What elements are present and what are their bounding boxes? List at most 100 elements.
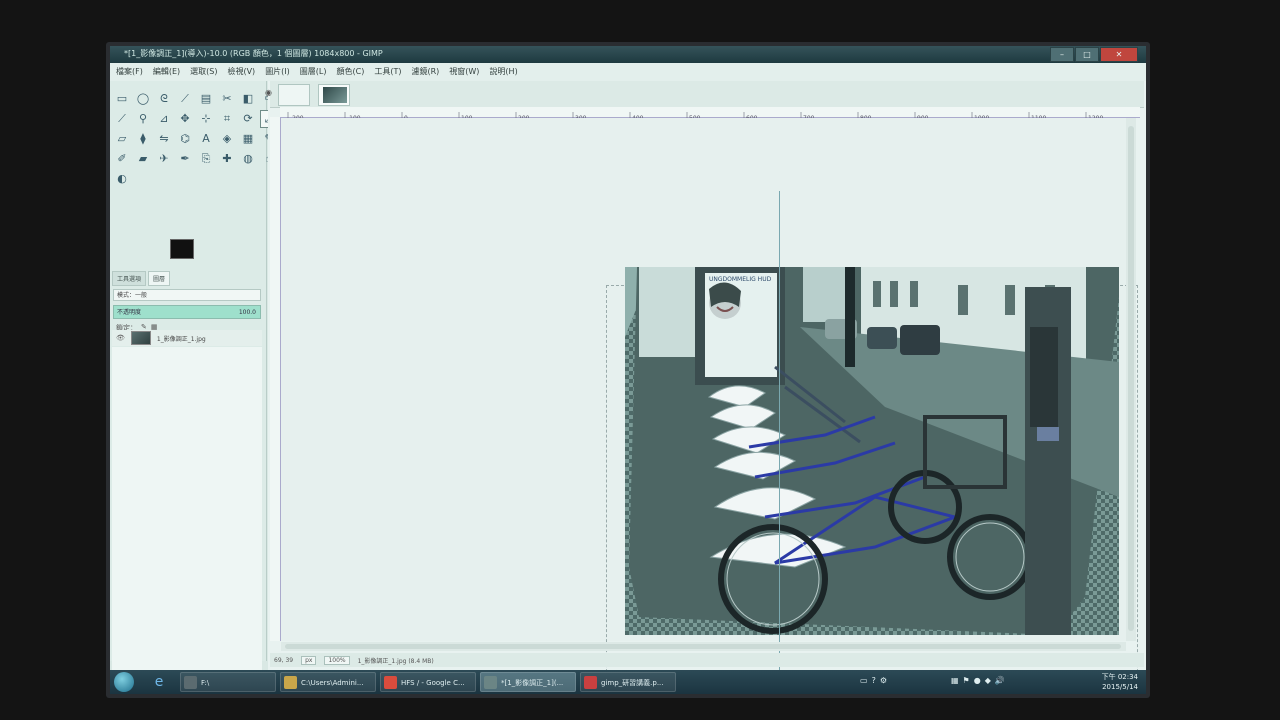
menu-windows[interactable]: 視窗(W) <box>449 63 479 81</box>
tray-help-icon[interactable]: ? <box>872 676 876 685</box>
horizontal-ruler[interactable]: -200-10001002003004005006007008009001000… <box>280 107 1140 122</box>
clock-date: 2015/5/14 <box>1102 683 1138 691</box>
vertical-guide[interactable] <box>779 191 780 694</box>
tray-app2-icon[interactable]: ◆ <box>985 676 991 685</box>
menu-colors[interactable]: 顏色(C) <box>337 63 365 81</box>
flip-icon[interactable]: ⇋ <box>156 131 172 147</box>
ie-icon[interactable]: e <box>150 673 168 691</box>
opacity-label: 不透明度 <box>117 309 142 316</box>
maximize-button[interactable]: □ <box>1075 47 1099 62</box>
unit-select[interactable]: px <box>301 655 317 665</box>
menu-edit[interactable]: 編輯(E) <box>153 63 180 81</box>
shear-icon[interactable]: ▱ <box>114 131 130 147</box>
eye-icon[interactable]: 👁 <box>116 334 125 342</box>
task-label: HFS / - Google C... <box>401 679 465 687</box>
canvas-area[interactable]: UNGDOMMELIG HUD <box>281 118 1138 694</box>
measure-icon[interactable]: ⊿ <box>156 111 172 127</box>
foreground-color-swatch[interactable] <box>170 239 194 259</box>
close-button[interactable]: ✕ <box>1100 47 1138 62</box>
menu-image[interactable]: 圖片(I) <box>265 63 290 81</box>
airbrush-icon[interactable]: ✈ <box>156 151 172 167</box>
horizontal-scroll-thumb[interactable] <box>285 644 1121 649</box>
blur-icon[interactable]: ◍ <box>240 151 256 167</box>
pin-icon: ◉ <box>265 88 272 97</box>
cage-icon[interactable]: ⌬ <box>177 131 193 147</box>
dodge-icon[interactable]: ◐ <box>114 171 130 187</box>
opacity-value: 100.0 <box>238 309 256 316</box>
fuzzy-select-icon[interactable]: ⟋ <box>177 91 193 107</box>
color-select-icon[interactable]: ▤ <box>198 91 214 107</box>
heal-icon[interactable]: ✚ <box>219 151 235 167</box>
tray-settings-icon[interactable]: ⚙ <box>880 676 887 685</box>
task-label: C:\Users\Admini... <box>301 679 364 687</box>
start-button[interactable] <box>114 672 134 692</box>
opacity-slider[interactable]: 不透明度 100.0 <box>113 305 261 319</box>
tray-app-icon[interactable]: ● <box>974 676 981 685</box>
image-tab-2[interactable] <box>318 84 350 106</box>
menu-bar: 檔案(F) 編輯(E) 選取(S) 檢視(V) 圖片(I) 圖層(L) 顏色(C… <box>110 63 1146 81</box>
menu-file[interactable]: 檔案(F) <box>116 63 143 81</box>
zoom-select[interactable]: 100% <box>324 655 350 665</box>
crop-icon[interactable]: ⌗ <box>219 111 235 127</box>
move-icon[interactable]: ✥ <box>177 111 193 127</box>
system-tray: ▭ ? ⚙ ▦ ⚑ ● ◆ 🔊 <box>860 676 1005 685</box>
image-layer[interactable]: UNGDOMMELIG HUD <box>625 267 1119 635</box>
menu-filters[interactable]: 濾鏡(R) <box>411 63 439 81</box>
window-title: *[1_影像調正_1](導入)-10.0 (RGB 顏色，1 個圖層) 1084… <box>124 49 383 58</box>
rotate-icon[interactable]: ⟳ <box>240 111 256 127</box>
foreground-select-icon[interactable]: ◧ <box>240 91 256 107</box>
tray-keyboard-icon[interactable]: ▭ <box>860 676 868 685</box>
pointer-coordinates: 69, 39 <box>274 656 294 664</box>
taskbar-task-0[interactable]: F:\ <box>180 672 276 692</box>
ellipse-select-icon[interactable]: ◯ <box>135 91 151 107</box>
clone-icon[interactable]: ⎘ <box>198 151 214 167</box>
tray-volume-icon[interactable]: 🔊 <box>995 676 1005 685</box>
layer-mode-select[interactable]: 模式：一般 <box>113 289 261 301</box>
menu-select[interactable]: 選取(S) <box>190 63 217 81</box>
vertical-ruler[interactable] <box>270 117 281 641</box>
lasso-icon[interactable]: ᘓ <box>156 91 172 107</box>
clock[interactable]: 下午 02:34 2015/5/14 <box>1102 672 1138 692</box>
taskbar-task-2[interactable]: HFS / - Google C... <box>380 672 476 692</box>
menu-layer[interactable]: 圖層(L) <box>300 63 327 81</box>
scissors-icon[interactable]: ✂ <box>219 91 235 107</box>
paintbrush-icon[interactable]: ✐ <box>114 151 130 167</box>
color-picker-icon[interactable]: ⟋ <box>114 111 130 127</box>
horizontal-scrollbar[interactable] <box>281 642 1126 651</box>
menu-help[interactable]: 說明(H) <box>489 63 517 81</box>
text-icon[interactable]: A <box>198 131 214 147</box>
image-tab-1[interactable]: ◉ <box>265 84 310 106</box>
taskbar: e F:\ C:\Users\Admini... HFS / - Google C.… <box>110 670 1146 694</box>
taskbar-task-1[interactable]: C:\Users\Admini... <box>280 672 376 692</box>
svg-text:UNGDOMMELIG HUD: UNGDOMMELIG HUD <box>709 276 772 283</box>
minimize-button[interactable]: – <box>1050 47 1074 62</box>
vertical-scroll-thumb[interactable] <box>1128 126 1134 631</box>
layer-item[interactable]: 👁 1_影像調正_1.jpg <box>112 330 262 346</box>
vertical-scrollbar[interactable] <box>1126 118 1136 641</box>
task-label: gimp_研習講義.p... <box>601 679 664 687</box>
taskbar-task-4[interactable]: gimp_研習講義.p... <box>580 672 676 692</box>
blend-icon[interactable]: ▦ <box>240 131 256 147</box>
menu-tools[interactable]: 工具(T) <box>374 63 401 81</box>
bucket-fill-icon[interactable]: ◈ <box>219 131 235 147</box>
dock-tabs: 工具選項 圖層 <box>112 271 171 286</box>
file-info: 1_影像調正_1.jpg (8.4 MB) <box>357 657 434 665</box>
rect-select-icon[interactable]: ▭ <box>114 91 130 107</box>
tray-network-icon[interactable]: ▦ <box>951 676 959 685</box>
tray-flag-icon[interactable]: ⚑ <box>963 676 970 685</box>
tab-layers[interactable]: 圖層 <box>148 271 171 286</box>
photo-content: UNGDOMMELIG HUD <box>625 267 1119 635</box>
ink-icon[interactable]: ✒ <box>177 151 193 167</box>
layer-list <box>112 347 262 687</box>
zoom-icon[interactable]: ⚲ <box>135 111 151 127</box>
image-tabs: ◉ <box>265 81 1144 108</box>
perspective-icon[interactable]: ⧫ <box>135 131 151 147</box>
window-controls: – □ ✕ <box>1050 47 1138 62</box>
task-icon <box>284 676 297 689</box>
eraser-icon[interactable]: ▰ <box>135 151 151 167</box>
menu-view[interactable]: 檢視(V) <box>227 63 255 81</box>
task-label: F:\ <box>201 679 210 687</box>
align-icon[interactable]: ⊹ <box>198 111 214 127</box>
tab-tool-options[interactable]: 工具選項 <box>112 271 147 286</box>
taskbar-task-3[interactable]: *[1_影像調正_1](... <box>480 672 576 692</box>
